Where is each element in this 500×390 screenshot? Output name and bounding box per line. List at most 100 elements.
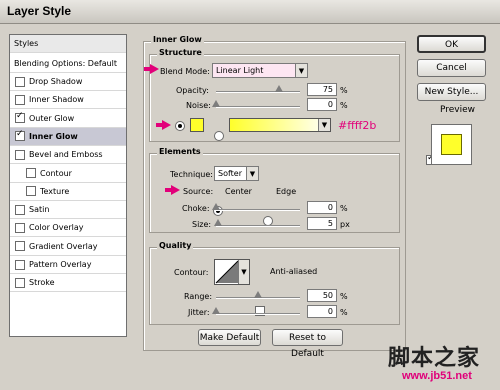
style-item-contour[interactable]: Contour bbox=[10, 165, 126, 183]
blending-options-item[interactable]: Blending Options: Default bbox=[10, 55, 126, 73]
noise-input[interactable]: 0 bbox=[307, 98, 337, 111]
title-bar: Layer Style bbox=[0, 0, 500, 24]
cancel-button[interactable]: Cancel bbox=[417, 59, 486, 77]
chevron-down-icon: ▼ bbox=[246, 167, 258, 180]
new-style-button[interactable]: New Style... bbox=[417, 83, 486, 101]
range-unit: % bbox=[340, 292, 348, 301]
style-item-label: Contour bbox=[40, 168, 72, 178]
style-item-drop-shadow[interactable]: Drop Shadow bbox=[10, 73, 126, 91]
style-checkbox[interactable] bbox=[15, 76, 25, 87]
style-item-pattern-overlay[interactable]: Pattern Overlay bbox=[10, 256, 126, 274]
style-item-outer-glow[interactable]: Outer Glow bbox=[10, 110, 126, 128]
size-slider[interactable] bbox=[216, 225, 300, 227]
glow-color-swatch[interactable] bbox=[190, 118, 204, 132]
annotation-arrow bbox=[150, 64, 159, 74]
structure-title: Structure bbox=[157, 48, 204, 57]
style-item-bevel-and-emboss[interactable]: Bevel and Emboss bbox=[10, 146, 126, 165]
ok-button[interactable]: OK bbox=[417, 35, 486, 53]
style-item-label: Stroke bbox=[29, 278, 55, 288]
style-item-label: Bevel and Emboss bbox=[29, 150, 103, 160]
style-checkbox[interactable] bbox=[15, 149, 25, 160]
style-item-stroke[interactable]: Stroke bbox=[10, 274, 126, 293]
preview-thumbnail bbox=[431, 124, 472, 165]
preview-label: Preview bbox=[440, 105, 476, 115]
styles-header[interactable]: Styles bbox=[10, 35, 126, 53]
style-checkbox[interactable] bbox=[15, 94, 25, 105]
style-checkbox[interactable] bbox=[15, 111, 25, 124]
style-item-inner-shadow[interactable]: Inner Shadow bbox=[10, 91, 126, 110]
choke-slider[interactable] bbox=[216, 209, 300, 211]
choke-input[interactable]: 0 bbox=[307, 201, 337, 214]
opacity-label: Opacity: bbox=[176, 86, 209, 95]
choke-slider-thumb[interactable] bbox=[212, 203, 220, 210]
size-unit: px bbox=[340, 220, 350, 229]
style-item-label: Texture bbox=[40, 186, 70, 196]
style-item-label: Color Overlay bbox=[29, 223, 84, 233]
jitter-input[interactable]: 0 bbox=[307, 305, 337, 318]
style-checkbox[interactable] bbox=[15, 259, 25, 270]
window-title: Layer Style bbox=[7, 4, 72, 18]
annotation-arrow-3 bbox=[171, 185, 180, 195]
annotation-arrow-2 bbox=[162, 120, 171, 130]
style-item-texture[interactable]: Texture bbox=[10, 183, 126, 201]
style-checkbox[interactable] bbox=[26, 168, 36, 178]
gradient-picker[interactable]: ▼ bbox=[229, 118, 331, 132]
choke-unit: % bbox=[340, 204, 348, 213]
blend-mode-value: Linear Light bbox=[216, 66, 264, 75]
noise-slider[interactable] bbox=[216, 106, 300, 108]
size-slider-thumb[interactable] bbox=[213, 219, 222, 226]
contour-label: Contour: bbox=[174, 268, 209, 277]
opacity-slider-thumb[interactable] bbox=[275, 85, 283, 92]
size-label: Size: bbox=[192, 220, 212, 229]
anti-aliased-label: Anti-aliased bbox=[270, 267, 318, 276]
style-checkbox[interactable] bbox=[15, 241, 25, 252]
chevron-down-icon: ▼ bbox=[318, 119, 330, 131]
style-item-label: Pattern Overlay bbox=[29, 260, 92, 269]
size-input[interactable]: 5 bbox=[307, 217, 337, 230]
watermark-url: www.jb51.net bbox=[402, 370, 472, 382]
style-item-gradient-overlay[interactable]: Gradient Overlay bbox=[10, 238, 126, 256]
style-item-label: Satin bbox=[29, 205, 50, 215]
jitter-slider-thumb[interactable] bbox=[212, 307, 220, 314]
inner-glow-title: Inner Glow bbox=[151, 35, 204, 44]
opacity-slider[interactable] bbox=[216, 91, 300, 93]
blend-mode-select[interactable]: Linear Light ▼ bbox=[212, 63, 308, 78]
solid-color-radio[interactable] bbox=[175, 121, 185, 131]
style-item-inner-glow[interactable]: Inner Glow bbox=[10, 127, 126, 146]
style-checkbox[interactable] bbox=[15, 222, 25, 233]
make-default-button[interactable]: Make Default bbox=[198, 329, 261, 346]
choke-label: Choke: bbox=[182, 204, 210, 213]
technique-label: Technique: bbox=[170, 170, 213, 179]
styles-list: Styles Blending Options: Default Drop Sh… bbox=[9, 34, 127, 337]
style-checkbox[interactable] bbox=[15, 277, 25, 288]
gradient-radio[interactable] bbox=[214, 131, 224, 141]
style-item-label: Gradient Overlay bbox=[29, 241, 98, 251]
watermark-logo: 脚本之家 bbox=[388, 346, 481, 371]
jitter-label: Jitter: bbox=[188, 308, 210, 317]
reset-to-default-button[interactable]: Reset to Default bbox=[272, 329, 343, 359]
jitter-slider[interactable] bbox=[216, 313, 300, 315]
source-edge-label: Edge bbox=[276, 187, 297, 196]
blend-mode-label: Blend Mode: bbox=[160, 67, 210, 76]
elements-title: Elements bbox=[157, 147, 203, 156]
noise-slider-thumb[interactable] bbox=[212, 100, 220, 107]
style-checkbox[interactable] bbox=[15, 129, 25, 142]
technique-value: Softer bbox=[218, 169, 242, 178]
range-slider-thumb[interactable] bbox=[254, 291, 262, 298]
noise-label: Noise: bbox=[186, 101, 211, 110]
style-item-satin[interactable]: Satin bbox=[10, 201, 126, 220]
jitter-unit: % bbox=[340, 308, 348, 317]
style-checkbox[interactable] bbox=[26, 186, 36, 197]
quality-title: Quality bbox=[157, 241, 194, 250]
technique-select[interactable]: Softer ▼ bbox=[214, 166, 259, 181]
style-item-label: Drop Shadow bbox=[29, 77, 83, 86]
style-checkbox[interactable] bbox=[15, 204, 25, 215]
opacity-input[interactable]: 75 bbox=[307, 83, 337, 96]
noise-unit: % bbox=[340, 101, 348, 110]
contour-linear-icon bbox=[215, 260, 239, 284]
contour-picker[interactable]: ▼ bbox=[214, 259, 250, 285]
chevron-down-icon: ▼ bbox=[295, 64, 307, 77]
range-input[interactable]: 50 bbox=[307, 289, 337, 302]
style-item-color-overlay[interactable]: Color Overlay bbox=[10, 219, 126, 238]
opacity-unit: % bbox=[340, 86, 348, 95]
